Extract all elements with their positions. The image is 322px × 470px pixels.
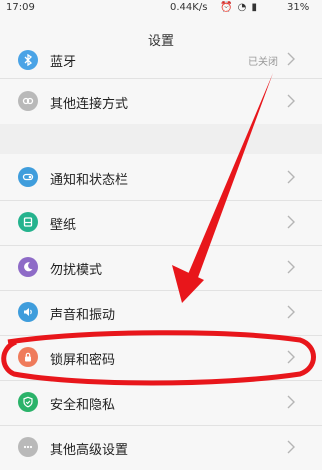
settings-row-advanced[interactable]: 其他高级设置 (0, 425, 322, 470)
row-label: 其他高级设置 (50, 443, 129, 458)
section-gap (0, 124, 322, 154)
moon-icon (18, 257, 38, 277)
status-icons: ⏰ ◔ ▮ (220, 2, 259, 13)
status-net-speed: 0.44K/s (170, 2, 208, 13)
wallpaper-icon (18, 212, 38, 232)
settings-row-lock-screen[interactable]: 锁屏和密码 (0, 335, 322, 380)
settings-row-wallpaper[interactable]: 壁纸 (0, 200, 322, 245)
status-battery: 31% (287, 2, 310, 13)
settings-row-sound[interactable]: 声音和振动 (0, 290, 322, 335)
chevron-right-icon (287, 350, 295, 364)
notification-icon (18, 167, 38, 187)
chevron-right-icon (287, 395, 295, 409)
chevron-right-icon (287, 260, 295, 274)
chevron-right-icon (287, 305, 295, 319)
settings-row-security[interactable]: 安全和隐私 (0, 380, 322, 425)
more-icon (18, 437, 38, 457)
row-label: 声音和振动 (50, 308, 116, 323)
settings-row-notifications[interactable]: 通知和状态栏 (0, 155, 322, 200)
row-value: 已关闭 (248, 57, 278, 68)
row-label: 其他连接方式 (50, 97, 129, 112)
row-label: 锁屏和密码 (50, 353, 116, 368)
chevron-right-icon (287, 94, 295, 108)
row-label: 安全和隐私 (50, 398, 116, 413)
link-icon (18, 91, 38, 111)
row-label: 勿扰模式 (50, 263, 103, 278)
lock-icon (18, 347, 38, 367)
chevron-right-icon (287, 170, 295, 184)
chevron-right-icon (287, 52, 295, 66)
speaker-icon (18, 302, 38, 322)
bluetooth-icon (18, 50, 38, 70)
settings-row-do-not-disturb[interactable]: 勿扰模式 (0, 245, 322, 290)
status-bar: 17:09 0.44K/s ⏰ ◔ ▮ 31% (0, 0, 322, 18)
settings-row-other-connections[interactable]: 其他连接方式 (0, 78, 322, 123)
status-time: 17:09 (6, 2, 35, 13)
settings-row-bluetooth[interactable]: 蓝牙 已关闭 (0, 38, 322, 83)
chevron-right-icon (287, 440, 295, 454)
row-label: 蓝牙 (50, 55, 77, 70)
shield-icon (18, 392, 38, 412)
row-label: 通知和状态栏 (50, 173, 129, 188)
row-label: 壁纸 (50, 218, 77, 233)
chevron-right-icon (287, 215, 295, 229)
